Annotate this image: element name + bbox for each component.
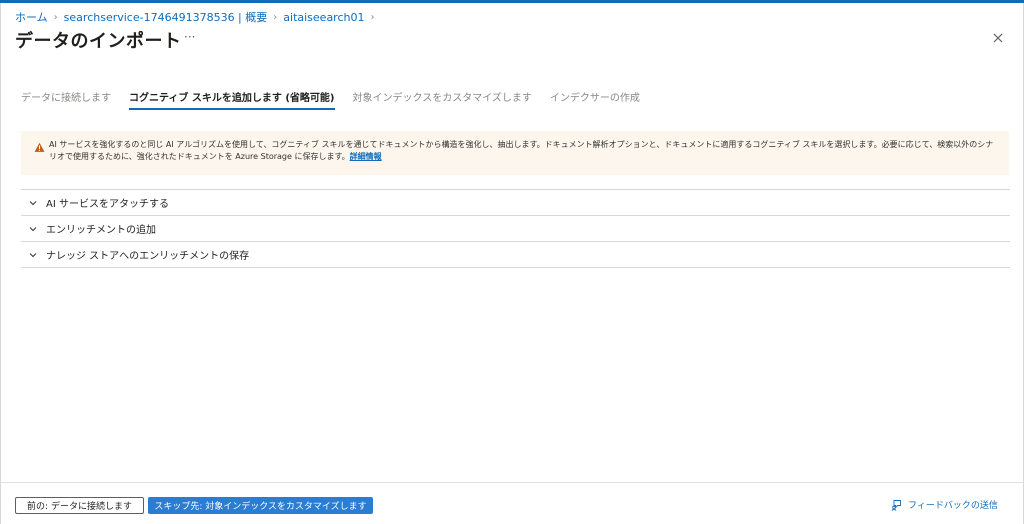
learn-more-link[interactable]: 詳細情報 xyxy=(350,152,382,161)
breadcrumb: ホーム › searchservice-1746491378536 | 概要 ›… xyxy=(15,9,380,25)
chevron-right-icon: › xyxy=(370,11,375,23)
page-title: データのインポート xyxy=(15,31,182,52)
banner-text: AI サービスを強化するのと同じ AI アルゴリズムを使用して、コグニティブ ス… xyxy=(49,140,994,161)
feedback-label: フィードバックの送信 xyxy=(908,501,998,511)
previous-button[interactable]: 前の: データに接続します xyxy=(15,497,144,514)
chevron-down-icon xyxy=(29,226,37,231)
breadcrumb-search-service[interactable]: searchservice-1746491378536 | 概要 xyxy=(64,9,268,25)
feedback-icon xyxy=(891,499,901,511)
tab-add-cognitive-skills[interactable]: コグニティブ スキルを追加します (省略可能) xyxy=(129,89,335,110)
banner-message: AI サービスを強化するのと同じ AI アルゴリズムを使用して、コグニティブ ス… xyxy=(49,139,997,163)
section-knowledge-store[interactable]: ナレッジ ストアへのエンリッチメントの保存 xyxy=(21,241,1010,268)
breadcrumb-resource[interactable]: aitaiseearch01 xyxy=(283,11,364,24)
skip-button[interactable]: スキップ先: 対象インデックスをカスタマイズします xyxy=(148,497,373,514)
chevron-right-icon: › xyxy=(273,11,278,23)
tab-connect-data[interactable]: データに接続します xyxy=(21,89,111,110)
chevron-down-icon xyxy=(29,200,37,205)
section-add-enrichments[interactable]: エンリッチメントの追加 xyxy=(21,215,1010,241)
tab-create-indexer[interactable]: インデクサーの作成 xyxy=(550,89,640,110)
wizard-tabs: データに接続します コグニティブ スキルを追加します (省略可能) 対象インデッ… xyxy=(21,89,658,110)
window-top-accent xyxy=(0,0,1024,3)
info-banner: AI サービスを強化するのと同じ AI アルゴリズムを使用して、コグニティブ ス… xyxy=(21,131,1009,175)
chevron-right-icon: › xyxy=(53,11,58,23)
close-icon xyxy=(993,33,1003,43)
section-label: AI サービスをアタッチする xyxy=(46,199,169,210)
footer-divider xyxy=(0,482,1024,483)
tab-customize-index[interactable]: 対象インデックスをカスタマイズします xyxy=(353,89,532,110)
chevron-down-icon xyxy=(29,252,37,257)
skill-sections: AI サービスをアタッチする エンリッチメントの追加 ナレッジ ストアへのエンリ… xyxy=(21,189,1010,268)
breadcrumb-home[interactable]: ホーム xyxy=(15,9,48,25)
feedback-link[interactable]: フィードバックの送信 xyxy=(891,498,998,511)
window-border-left xyxy=(0,3,1,524)
close-button[interactable] xyxy=(990,30,1006,46)
section-label: エンリッチメントの追加 xyxy=(46,225,156,236)
section-attach-ai-services[interactable]: AI サービスをアタッチする xyxy=(21,189,1010,215)
more-options-button[interactable]: ··· xyxy=(184,30,195,44)
section-label: ナレッジ ストアへのエンリッチメントの保存 xyxy=(46,251,250,262)
warning-icon xyxy=(34,142,45,152)
